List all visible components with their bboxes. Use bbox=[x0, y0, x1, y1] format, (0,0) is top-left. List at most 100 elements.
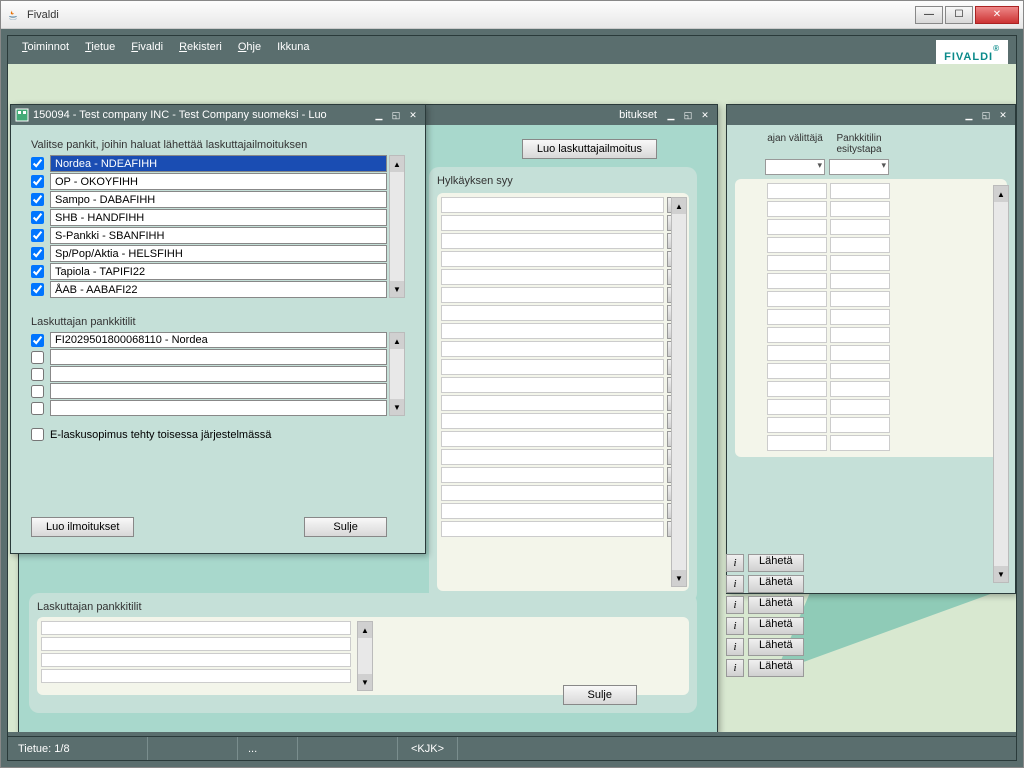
front-close-icon[interactable]: ✕ bbox=[405, 108, 421, 122]
grid-cell[interactable] bbox=[830, 237, 890, 253]
right-scrollbar[interactable]: ▲ ▼ bbox=[993, 185, 1009, 583]
reject-cell[interactable] bbox=[441, 413, 664, 429]
bank-checkbox[interactable] bbox=[31, 283, 44, 296]
bank-checkbox[interactable] bbox=[31, 229, 44, 242]
reject-cell[interactable] bbox=[441, 485, 664, 501]
grid-cell[interactable] bbox=[767, 327, 827, 343]
right-minimize-icon[interactable]: ▁ bbox=[961, 108, 977, 122]
account-checkbox[interactable] bbox=[31, 351, 44, 364]
scroll-down-icon[interactable]: ▼ bbox=[672, 570, 686, 586]
window-front-dialog[interactable]: 150094 - Test company INC - Test Company… bbox=[10, 104, 426, 554]
front-minimize-icon[interactable]: ▁ bbox=[371, 108, 387, 122]
bank-field[interactable]: Nordea - NDEAFIHH bbox=[50, 155, 387, 172]
grid-cell[interactable] bbox=[767, 417, 827, 433]
dropdown-valittaja[interactable] bbox=[765, 159, 825, 175]
grid-cell[interactable] bbox=[767, 291, 827, 307]
grid-cell[interactable] bbox=[767, 435, 827, 451]
grid-cell[interactable] bbox=[767, 273, 827, 289]
bank-field[interactable]: SHB - HANDFIHH bbox=[50, 209, 387, 226]
laheta-button[interactable]: Lähetä bbox=[748, 617, 804, 635]
reject-cell[interactable] bbox=[441, 269, 664, 285]
scroll-up-icon[interactable]: ▲ bbox=[390, 156, 404, 172]
menu-rekisteri[interactable]: Rekisteri bbox=[173, 39, 228, 55]
menu-fivaldi[interactable]: Fivaldi bbox=[125, 39, 169, 55]
info-button[interactable]: i bbox=[726, 596, 744, 614]
grid-cell[interactable] bbox=[830, 327, 890, 343]
bank-field[interactable]: S-Pankki - SBANFIHH bbox=[50, 227, 387, 244]
reject-cell[interactable] bbox=[441, 503, 664, 519]
grid-cell[interactable] bbox=[830, 273, 890, 289]
mid-restore-icon[interactable]: ◱ bbox=[680, 108, 696, 122]
grid-cell[interactable] bbox=[767, 345, 827, 361]
reject-cell[interactable] bbox=[441, 395, 664, 411]
dropdown-esitystapa[interactable] bbox=[829, 159, 889, 175]
luo-laskuttajailmoitus-button[interactable]: Luo laskuttajailmoitus bbox=[522, 139, 657, 159]
grid-cell[interactable] bbox=[830, 417, 890, 433]
menu-ikkuna[interactable]: Ikkuna bbox=[271, 39, 315, 55]
reject-cell[interactable] bbox=[441, 521, 664, 537]
reject-cell[interactable] bbox=[441, 431, 664, 447]
right-titlebar[interactable]: ▁ ◱ ✕ bbox=[727, 105, 1015, 125]
scroll-up-icon[interactable]: ▲ bbox=[672, 198, 686, 214]
account-field[interactable]: FI2029501800068110 - Nordea bbox=[50, 332, 387, 348]
account-field[interactable] bbox=[50, 366, 387, 382]
right-restore-icon[interactable]: ◱ bbox=[978, 108, 994, 122]
account-field[interactable] bbox=[50, 383, 387, 399]
grid-cell[interactable] bbox=[830, 183, 890, 199]
bank-checkbox[interactable] bbox=[31, 157, 44, 170]
menu-ohje[interactable]: Ohje bbox=[232, 39, 267, 55]
titlebar[interactable]: Fivaldi — ☐ ✕ bbox=[1, 1, 1023, 29]
reject-cell[interactable] bbox=[441, 377, 664, 393]
mid-close-icon[interactable]: ✕ bbox=[697, 108, 713, 122]
list-item[interactable] bbox=[41, 669, 351, 683]
grid-cell[interactable] bbox=[767, 255, 827, 271]
bank-checkbox[interactable] bbox=[31, 247, 44, 260]
laheta-button[interactable]: Lähetä bbox=[748, 554, 804, 572]
bank-checkbox[interactable] bbox=[31, 193, 44, 206]
scroll-down-icon[interactable]: ▼ bbox=[390, 281, 404, 297]
grid-cell[interactable] bbox=[830, 435, 890, 451]
list-item[interactable] bbox=[41, 621, 351, 635]
minimize-button[interactable]: — bbox=[915, 6, 943, 24]
account-field[interactable] bbox=[50, 349, 387, 365]
bank-checkbox[interactable] bbox=[31, 175, 44, 188]
info-button[interactable]: i bbox=[726, 659, 744, 677]
grid-cell[interactable] bbox=[767, 201, 827, 217]
grid-cell[interactable] bbox=[830, 219, 890, 235]
reject-cell[interactable] bbox=[441, 359, 664, 375]
reject-cell[interactable] bbox=[441, 233, 664, 249]
grid-cell[interactable] bbox=[830, 381, 890, 397]
bank-field[interactable]: ÅAB - AABAFI22 bbox=[50, 281, 387, 298]
info-button[interactable]: i bbox=[726, 575, 744, 593]
account-field[interactable] bbox=[50, 400, 387, 416]
grid-cell[interactable] bbox=[830, 363, 890, 379]
reject-cell[interactable] bbox=[441, 287, 664, 303]
reject-cell[interactable] bbox=[441, 467, 664, 483]
grid-cell[interactable] bbox=[767, 363, 827, 379]
bank-field[interactable]: Sampo - DABAFIHH bbox=[50, 191, 387, 208]
laheta-button[interactable]: Lähetä bbox=[748, 575, 804, 593]
bank-field[interactable]: Tapiola - TAPIFI22 bbox=[50, 263, 387, 280]
grid-cell[interactable] bbox=[767, 219, 827, 235]
scroll-down-icon[interactable]: ▼ bbox=[994, 566, 1008, 582]
reject-cell[interactable] bbox=[441, 305, 664, 321]
info-button[interactable]: i bbox=[726, 617, 744, 635]
sulje-button[interactable]: Sulje bbox=[304, 517, 386, 537]
grid-cell[interactable] bbox=[767, 309, 827, 325]
bank-field[interactable]: OP - OKOYFIHH bbox=[50, 173, 387, 190]
right-close-icon[interactable]: ✕ bbox=[995, 108, 1011, 122]
sulje-button[interactable]: Sulje bbox=[563, 685, 637, 705]
bank-checkbox[interactable] bbox=[31, 211, 44, 224]
account-checkbox[interactable] bbox=[31, 402, 44, 415]
laheta-button[interactable]: Lähetä bbox=[748, 659, 804, 677]
list-item[interactable] bbox=[41, 637, 351, 651]
banks-scrollbar[interactable]: ▲ ▼ bbox=[389, 155, 405, 298]
reject-cell[interactable] bbox=[441, 323, 664, 339]
maximize-button[interactable]: ☐ bbox=[945, 6, 973, 24]
reject-cell[interactable] bbox=[441, 449, 664, 465]
account-checkbox[interactable] bbox=[31, 385, 44, 398]
close-button[interactable]: ✕ bbox=[975, 6, 1019, 24]
grid-cell[interactable] bbox=[767, 399, 827, 415]
scroll-up-icon[interactable]: ▲ bbox=[994, 186, 1008, 202]
grid-cell[interactable] bbox=[767, 381, 827, 397]
